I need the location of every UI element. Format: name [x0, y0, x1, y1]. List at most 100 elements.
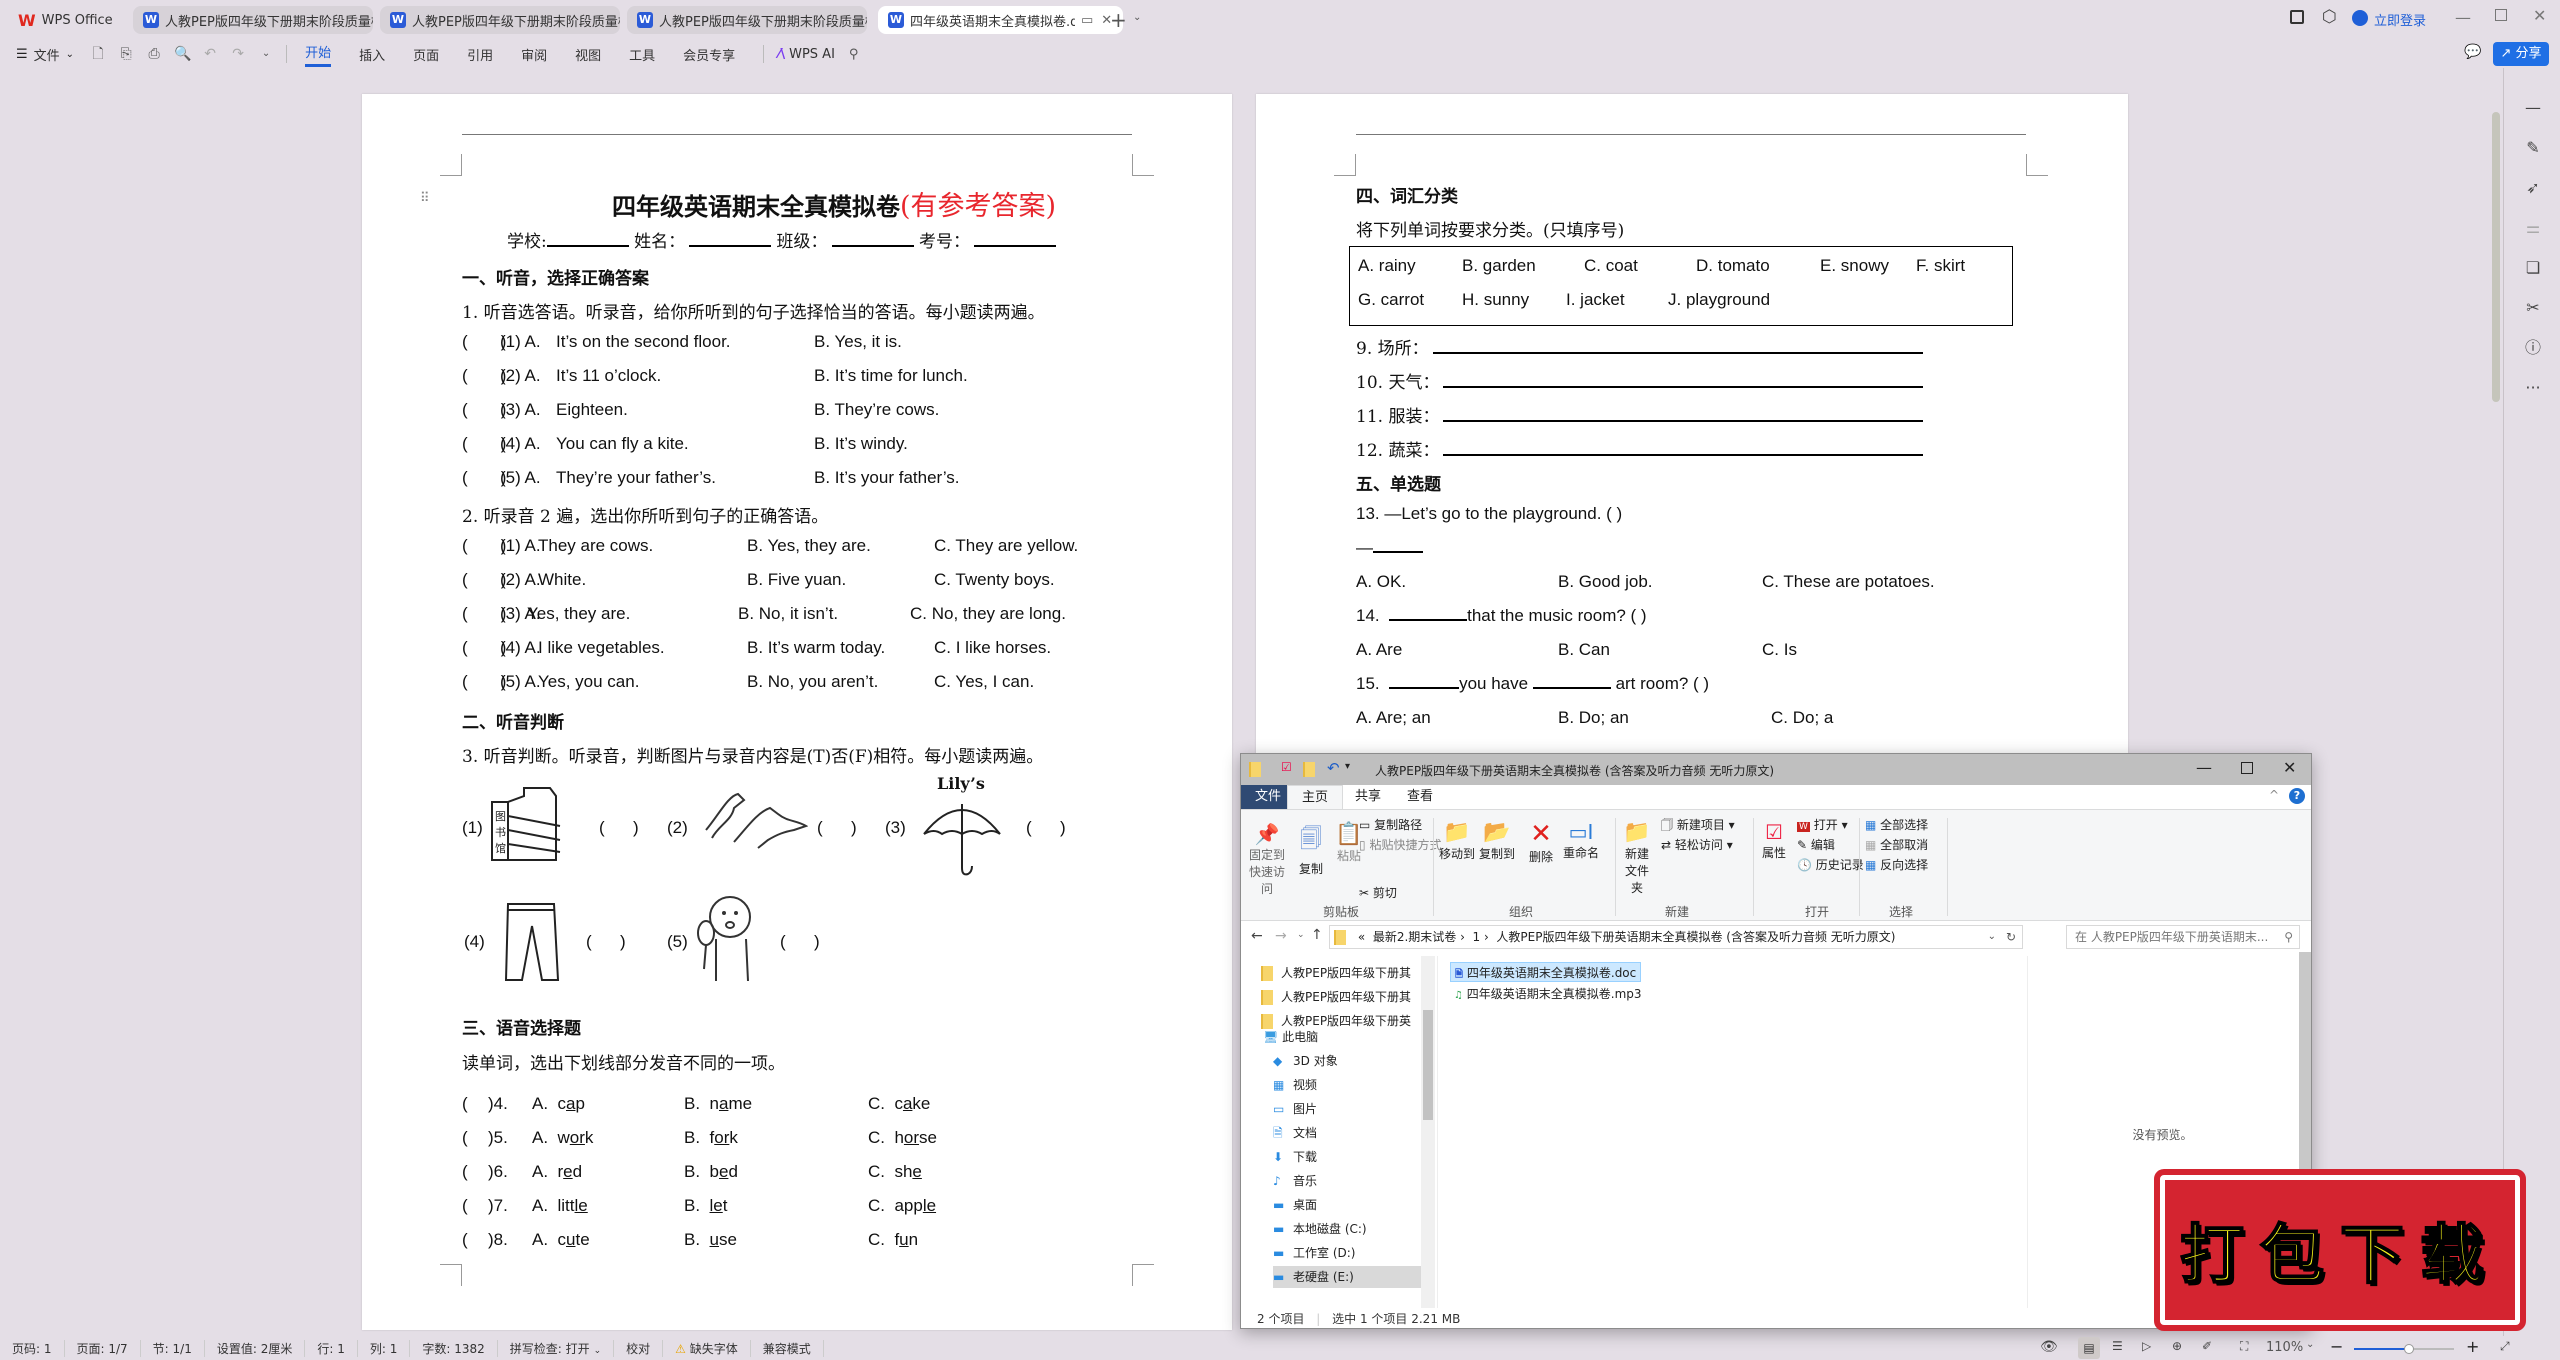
status-item[interactable]: 拼写检查: 打开 ⌄	[498, 1340, 615, 1357]
fit-page-icon[interactable]: ⛶	[2240, 1339, 2248, 1354]
blank[interactable]	[1532, 675, 1611, 689]
tab-document[interactable]: W 人教PEP版四年级下册期末阶段质量检	[380, 6, 620, 34]
nav-item[interactable]: ⬇ 下载	[1273, 1146, 1317, 1168]
ribbon-tab-share[interactable]: 共享	[1341, 785, 1395, 809]
answer-bracket[interactable]: ( )	[780, 932, 820, 952]
file-explorer-window[interactable]: ☑ ↶ ▾ 人教PEP版四年级下册英语期末全真模拟卷 (含答案及听力音频 无听力…	[1240, 753, 2312, 1329]
answer-bracket[interactable]: (	[462, 1094, 491, 1114]
redo-icon[interactable]: ↷	[230, 46, 246, 62]
customize-quick-access-icon[interactable]: ▾	[1345, 761, 1350, 772]
menu-references[interactable]: 引用	[467, 45, 493, 64]
answer-bracket[interactable]: ( )	[599, 818, 639, 838]
zoom-out-button[interactable]: −	[2330, 1337, 2343, 1356]
explorer-minimize-button[interactable]: —	[2196, 758, 2212, 777]
question-13-answer-line[interactable]: —	[1356, 538, 1423, 558]
document-page-2[interactable]: 四、词汇分类 将下列单词按要求分类。(只填序号) A. rainy B. gard…	[1256, 94, 2128, 754]
address-bar[interactable]: « 最新2.期末试卷 › 1 › 人教PEP版四年级下册英语期末全真模拟卷 (含…	[1329, 925, 2023, 949]
web-view-icon[interactable]: ⊕	[2172, 1339, 2182, 1353]
zoom-slider-handle[interactable]	[2404, 1344, 2414, 1354]
answer-bracket[interactable]: ( )	[817, 818, 857, 838]
easy-access-button[interactable]: ⇄ 轻松访问 ▾	[1661, 836, 1733, 853]
category-answer-blank[interactable]	[1432, 340, 1923, 354]
menu-home[interactable]: 开始	[305, 42, 332, 67]
save-icon[interactable]: 🗋	[90, 46, 106, 62]
explorer-maximize-button[interactable]	[2241, 762, 2253, 774]
category-answer-blank[interactable]	[1443, 442, 1924, 456]
outline-view-icon[interactable]: ☰	[2112, 1339, 2123, 1353]
minimize-button[interactable]: —	[2455, 8, 2471, 27]
breadcrumb-item[interactable]: 人教PEP版四年级下册英语期末全真模拟卷 (含答案及听力音频 无听力原文)	[1496, 930, 1895, 944]
navigation-pane[interactable]: 人教PEP版四年级下册其 人教PEP版四年级下册其 人教PEP版四年级下册英 🖥 此…	[1241, 956, 1425, 1308]
breadcrumb-item[interactable]: 1	[1473, 930, 1481, 944]
copy-path-button[interactable]: ▭ 复制路径	[1359, 816, 1422, 833]
tab-document[interactable]: W 人教PEP版四年级下册期末阶段质量检	[627, 6, 867, 34]
nav-item[interactable]: ▦ 视频	[1273, 1074, 1317, 1096]
breadcrumb-item[interactable]: 最新2.期末试卷	[1373, 930, 1456, 944]
explorer-close-button[interactable]: ✕	[2283, 758, 2296, 777]
new-tab-button[interactable]: +	[1110, 8, 1127, 32]
address-dropdown-icon[interactable]: ⌄	[1988, 926, 1996, 948]
share-button[interactable]: ↗ 分享	[2493, 42, 2549, 66]
drag-handle-icon[interactable]: ⠿	[420, 190, 430, 206]
answer-bracket[interactable]: (	[462, 1128, 491, 1148]
download-package-stamp[interactable]: 打包下载	[2154, 1169, 2526, 1331]
undo-icon[interactable]: ↶	[202, 46, 218, 62]
new-folder-quick-icon[interactable]	[1303, 762, 1323, 777]
close-window-button[interactable]: ✕	[2533, 6, 2546, 25]
help-icon[interactable]: ⓘ	[2518, 328, 2548, 368]
menu-review[interactable]: 审阅	[521, 45, 547, 64]
zoom-dropdown-icon[interactable]: ⌄	[2306, 1339, 2314, 1350]
export-icon[interactable]: ⎘	[118, 46, 134, 62]
menu-membership[interactable]: 会员专享	[683, 45, 735, 64]
pen-mode-icon[interactable]: ✐	[2202, 1339, 2212, 1353]
select-none-button[interactable]: ▦ 全部取消	[1865, 836, 1928, 853]
user-avatar-icon[interactable]	[2352, 10, 2368, 26]
vertical-scrollbar[interactable]	[2492, 112, 2500, 402]
new-folder-button[interactable]: 📁 新建文件夹	[1619, 820, 1655, 896]
answer-bracket[interactable]: (	[462, 1230, 491, 1250]
select-cursor-icon[interactable]: ➶	[2518, 168, 2548, 208]
blank[interactable]	[1389, 607, 1468, 621]
move-to-button[interactable]: 📁 移动到	[1437, 820, 1477, 862]
menu-insert[interactable]: 插入	[359, 45, 385, 64]
rename-button[interactable]: ▭I 重命名	[1561, 820, 1601, 861]
answer-bracket[interactable]: ( )	[586, 932, 626, 952]
menu-page[interactable]: 页面	[413, 45, 439, 64]
category-answer-blank[interactable]	[1443, 374, 1924, 388]
properties-quick-icon[interactable]: ☑	[1281, 760, 1292, 774]
nav-item[interactable]: ▬ 本地磁盘 (C:)	[1273, 1218, 1367, 1240]
status-item[interactable]: ⚠ 缺失字体	[663, 1340, 751, 1357]
file-menu-chevron-icon[interactable]: ⌄	[66, 49, 74, 60]
refresh-icon[interactable]: ↻	[2006, 926, 2016, 948]
comment-icon[interactable]: 💬	[2464, 44, 2481, 60]
print-icon[interactable]: ⎙	[146, 46, 162, 62]
play-icon[interactable]: ▷	[2142, 1339, 2151, 1353]
answer-bracket[interactable]: (	[462, 1196, 491, 1216]
copy-button[interactable]: 🗐 复制	[1293, 822, 1329, 877]
recent-locations-icon[interactable]: ⌄	[1297, 930, 1305, 940]
number-blank[interactable]	[973, 245, 1056, 247]
file-menu[interactable]: 文件	[34, 45, 60, 64]
zoom-in-button[interactable]: +	[2466, 1337, 2479, 1356]
history-button[interactable]: 🕓 历史记录	[1797, 856, 1864, 873]
collapse-ribbon-icon[interactable]: ^	[2269, 788, 2279, 802]
status-item[interactable]: 校对	[614, 1340, 664, 1357]
file-item-selected[interactable]: 🗎 四年级英语期末全真模拟卷.doc	[1450, 962, 1642, 982]
tab-wps-office[interactable]: W WPS Office	[8, 6, 138, 34]
school-blank[interactable]	[546, 245, 629, 247]
login-link[interactable]: 立即登录	[2374, 10, 2426, 29]
class-blank[interactable]	[831, 245, 914, 247]
cube-icon[interactable]: ⬡	[2322, 7, 2337, 27]
new-item-button[interactable]: 🗍 新建项目 ▾	[1661, 816, 1735, 837]
open-button[interactable]: W 打开 ▾	[1797, 816, 1848, 833]
more-icon[interactable]: ···	[2518, 368, 2548, 408]
delete-button[interactable]: ✕ 删除	[1523, 820, 1559, 865]
collapse-icon[interactable]: —	[2518, 88, 2548, 128]
restore-button[interactable]	[2495, 9, 2507, 21]
tab-list-chevron-icon[interactable]: ⌄	[1133, 12, 1141, 23]
nav-folder[interactable]: 人教PEP版四年级下册其	[1261, 962, 1411, 984]
template-icon[interactable]: ❏	[2518, 248, 2548, 288]
status-item[interactable]: 兼容模式	[751, 1340, 824, 1357]
nav-item[interactable]: ▬ 工作室 (D:)	[1273, 1242, 1355, 1264]
undo-quick-icon[interactable]: ↶	[1327, 759, 1340, 777]
